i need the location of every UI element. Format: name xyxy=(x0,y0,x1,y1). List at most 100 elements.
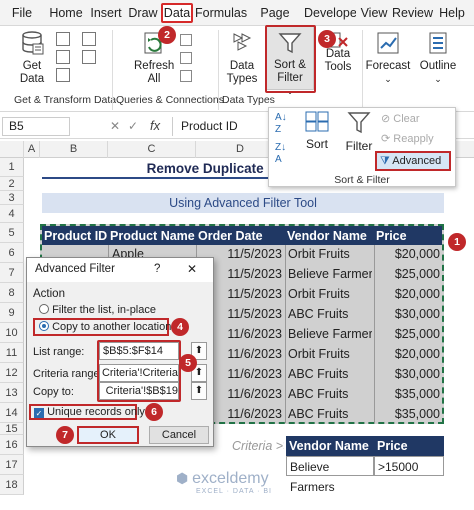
tab-insert[interactable]: Insert xyxy=(88,3,124,23)
unique-records-checkbox[interactable]: ✓ Unique records only xyxy=(29,404,145,420)
row-header-13[interactable]: 13 xyxy=(0,383,24,403)
collapse-range-icon[interactable]: ⬆ xyxy=(191,382,207,400)
cancel-icon[interactable]: ✕ xyxy=(110,119,120,133)
row-header-10[interactable]: 10 xyxy=(0,323,24,343)
price-cell[interactable]: $25,000 xyxy=(376,324,440,344)
criteria-vendor-cell[interactable]: Believe Farmers xyxy=(286,456,374,494)
close-icon[interactable]: ✕ xyxy=(187,262,197,276)
fx-icon[interactable]: fx xyxy=(150,118,160,133)
radio-filter-in-place[interactable]: Filter the list, in-place xyxy=(39,304,156,316)
tab-help[interactable]: Help xyxy=(438,3,466,23)
outline-button[interactable]: Outline ⌄ xyxy=(416,30,460,86)
enter-icon[interactable]: ✓ xyxy=(128,119,138,133)
price-cell[interactable]: $30,000 xyxy=(376,304,440,324)
sort-filter-popup: A↓ Z Z↓ A Sort Filter ⊘ Clear ⟳ Reapply ⧩ … xyxy=(268,107,456,187)
advanced-button[interactable]: ⧩ Advanced xyxy=(375,151,451,171)
header-price: Price xyxy=(376,229,407,243)
row-header-6[interactable]: 6 xyxy=(0,243,24,263)
row-header-4[interactable]: 4 xyxy=(0,205,24,223)
action-label: Action xyxy=(33,288,65,300)
sheet-subtitle: Using Advanced Filter Tool xyxy=(42,193,444,213)
tab-developer[interactable]: Developer xyxy=(304,3,356,23)
tab-view[interactable]: View xyxy=(360,3,388,23)
row-header-17[interactable]: 17 xyxy=(0,455,24,475)
price-cell[interactable]: $35,000 xyxy=(376,404,440,424)
price-cell[interactable]: $20,000 xyxy=(376,344,440,364)
row-header-14[interactable]: 14 xyxy=(0,403,24,423)
ok-button[interactable]: OK xyxy=(77,426,139,444)
advanced-filter-dialog: Advanced Filter ? ✕ Action Filter the li… xyxy=(26,257,214,447)
vendor-name-cell[interactable]: ABC Fruits xyxy=(288,364,372,384)
row-header-2[interactable]: 2 xyxy=(0,177,24,191)
tab-formulas[interactable]: Formulas xyxy=(195,3,247,23)
sort-z-a-icon[interactable]: Z↓ A xyxy=(275,142,295,166)
clear-button[interactable]: ⊘ Clear xyxy=(381,112,420,125)
highlight-sort-filter xyxy=(265,25,316,93)
table-range-icon xyxy=(56,68,70,82)
vendor-name-cell[interactable]: Believe Farmers xyxy=(288,324,372,344)
radio-selected-icon[interactable] xyxy=(39,321,49,331)
criteria-price-cell[interactable]: >15000 xyxy=(374,456,444,476)
tab-review[interactable]: Review xyxy=(392,3,433,23)
watermark-name: exceldemy xyxy=(192,470,269,487)
filter-label: Filter xyxy=(345,139,373,153)
reapply-label: Reapply xyxy=(393,133,434,145)
group-separator xyxy=(112,30,113,110)
step-badge-6: 6 xyxy=(145,403,163,421)
row-header-1[interactable]: 1 xyxy=(0,158,24,177)
row-header-12[interactable]: 12 xyxy=(0,363,24,383)
copy-to-label: Copy to: xyxy=(33,386,74,398)
row-header-16[interactable]: 16 xyxy=(0,435,24,455)
price-cell[interactable]: $25,000 xyxy=(376,264,440,284)
sort-button[interactable]: Sort xyxy=(301,110,333,151)
recent-sources-icon xyxy=(82,32,96,46)
formula-input[interactable]: Product ID xyxy=(172,117,268,136)
vendor-name-cell[interactable]: ABC Fruits xyxy=(288,304,372,324)
column-header-b[interactable]: B xyxy=(40,141,108,158)
vendor-name-cell[interactable]: Believe Farmers xyxy=(288,264,372,284)
tab-page-layout[interactable]: Page Layc xyxy=(248,3,302,40)
vendor-name-cell[interactable]: ABC Fruits xyxy=(288,404,372,424)
tab-data[interactable]: Data xyxy=(161,3,193,23)
get-data-small-icons xyxy=(56,32,78,82)
row-header-3[interactable]: 3 xyxy=(0,191,24,205)
tab-home[interactable]: Home xyxy=(48,3,84,23)
row-header-15[interactable]: 15 xyxy=(0,423,24,435)
vendor-name-cell[interactable]: ABC Fruits xyxy=(288,384,372,404)
column-header-c[interactable]: C xyxy=(108,141,196,158)
data-types-button[interactable]: Data Types xyxy=(222,30,262,86)
tab-draw[interactable]: Draw xyxy=(127,3,159,23)
step-badge-3: 3 xyxy=(318,30,336,48)
row-header-11[interactable]: 11 xyxy=(0,343,24,363)
row-header-18[interactable]: 18 xyxy=(0,475,24,495)
price-cell[interactable]: $35,000 xyxy=(376,384,440,404)
checkbox-checked-icon[interactable]: ✓ xyxy=(34,408,44,418)
row-header-7[interactable]: 7 xyxy=(0,263,24,283)
tab-file[interactable]: File xyxy=(8,3,36,23)
forecast-button[interactable]: Forecast ⌄ xyxy=(364,30,412,86)
vendor-name-cell[interactable]: Orbit Fruits xyxy=(288,244,372,264)
vendor-name-cell[interactable]: Orbit Fruits xyxy=(288,344,372,364)
price-cell[interactable]: $30,000 xyxy=(376,364,440,384)
help-icon[interactable]: ? xyxy=(154,263,160,275)
group-separator xyxy=(218,30,219,110)
reapply-button[interactable]: ⟳ Reapply xyxy=(381,132,434,145)
price-cell[interactable]: $20,000 xyxy=(376,244,440,264)
radio-copy-to-location[interactable]: Copy to another location xyxy=(33,318,171,336)
row-header-5[interactable]: 5 xyxy=(0,223,24,243)
row-header-8[interactable]: 8 xyxy=(0,283,24,303)
clear-label: Clear xyxy=(393,113,420,125)
radio-empty-icon[interactable] xyxy=(39,304,49,314)
dialog-title-bar: Advanced Filter ? ✕ xyxy=(27,258,213,282)
row-header-9[interactable]: 9 xyxy=(0,303,24,323)
vendor-name-cell[interactable]: Orbit Fruits xyxy=(288,284,372,304)
cancel-button[interactable]: Cancel xyxy=(149,426,209,444)
select-all-corner[interactable] xyxy=(0,141,24,158)
name-box[interactable]: B5 xyxy=(2,117,70,136)
price-cell[interactable]: $20,000 xyxy=(376,284,440,304)
filter-button[interactable]: Filter xyxy=(343,110,375,153)
get-data-button[interactable]: Get Data xyxy=(14,30,50,86)
column-header-a[interactable]: A xyxy=(24,141,40,158)
sort-a-z-icon[interactable]: A↓ Z xyxy=(275,112,295,136)
radio-filter-in-place-label: Filter the list, in-place xyxy=(52,304,156,316)
